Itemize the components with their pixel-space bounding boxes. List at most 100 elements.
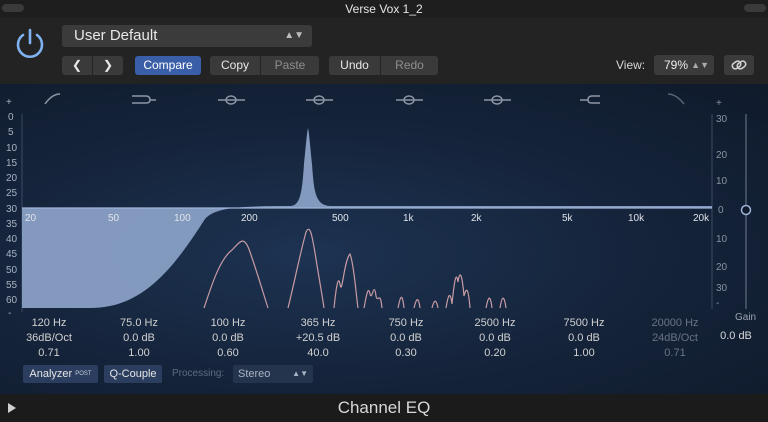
processing-select[interactable]: Stereo ▲▼	[233, 365, 313, 383]
band-3-params[interactable]: 100 Hz 0.0 dB 0.60	[188, 316, 268, 361]
band-3-q[interactable]: 0.60	[188, 346, 268, 361]
view-label: View:	[616, 58, 646, 72]
view-zoom-select[interactable]: 79% ▲▼	[654, 55, 714, 75]
band-4-q[interactable]: 40.0	[278, 346, 358, 361]
db-label: 20	[6, 173, 18, 184]
db-label: 25	[6, 188, 18, 199]
db-label: 60	[6, 295, 18, 306]
q-couple-button[interactable]: Q-Couple	[104, 365, 162, 383]
band-8-params[interactable]: 20000 Hz 24dB/Oct 0.71	[635, 316, 715, 361]
db-label: 35	[6, 219, 18, 230]
freq-label: 10k	[628, 213, 645, 224]
chevron-right-icon: ❯	[102, 58, 114, 72]
band-icon-bell-4[interactable]	[484, 95, 511, 105]
power-icon[interactable]	[12, 26, 48, 62]
band-5-q[interactable]: 0.30	[366, 346, 446, 361]
window-control-left[interactable]	[2, 4, 24, 12]
freq-label: 5k	[562, 213, 574, 224]
undo-button[interactable]: Undo	[329, 56, 380, 75]
gain-slider-handle[interactable]	[740, 204, 752, 216]
band-4-params[interactable]: 365 Hz +20.5 dB 40.0	[278, 316, 358, 361]
band-5-gain[interactable]: 0.0 dB	[366, 331, 446, 346]
band-1-frequency[interactable]: 120 Hz	[9, 316, 89, 331]
gain-value[interactable]: 0.0 dB	[716, 330, 756, 342]
plugin-name: Channel EQ	[337, 398, 431, 417]
analyzer-button[interactable]: Analyzer POST	[23, 365, 98, 383]
band-icon-bell-1[interactable]	[218, 95, 245, 105]
eq-main-area: + 0 5 10 15 20 25 30 35 40 45 50 55 60 -…	[0, 84, 768, 394]
freq-label: 200	[241, 213, 258, 224]
db-label: 45	[6, 249, 18, 260]
db-label: 0	[8, 112, 14, 123]
band-2-params[interactable]: 75.0 Hz 0.0 dB 1.00	[99, 316, 179, 361]
band-8-gain[interactable]: 24dB/Oct	[635, 331, 715, 346]
link-icon	[731, 60, 747, 70]
db-label: +	[716, 98, 722, 109]
band-7-params[interactable]: 7500 Hz 0.0 dB 1.00	[544, 316, 624, 361]
band-5-frequency[interactable]: 750 Hz	[366, 316, 446, 331]
chevron-updown-icon: ▲▼	[284, 30, 304, 41]
db-label: 10	[6, 143, 18, 154]
band-2-gain[interactable]: 0.0 dB	[99, 331, 179, 346]
window-title: Verse Vox 1_2	[345, 2, 423, 16]
freq-label: 20k	[693, 213, 710, 224]
processing-label: Processing:	[172, 368, 225, 379]
db-label: 40	[6, 234, 18, 245]
paste-button[interactable]: Paste	[261, 56, 319, 75]
preset-name: User Default	[74, 27, 158, 44]
db-label: 5	[8, 127, 14, 138]
redo-button[interactable]: Redo	[381, 56, 438, 75]
band-6-q[interactable]: 0.20	[455, 346, 535, 361]
band-2-q[interactable]: 1.00	[99, 346, 179, 361]
window-control-right[interactable]	[744, 4, 766, 12]
band-8-frequency[interactable]: 20000 Hz	[635, 316, 715, 331]
band-4-gain[interactable]: +20.5 dB	[278, 331, 358, 346]
band-4-frequency[interactable]: 365 Hz	[278, 316, 358, 331]
spectrum-analyzer-trace	[203, 228, 507, 309]
band-icon-lowcut[interactable]	[44, 93, 61, 105]
db-label: 10	[716, 234, 728, 245]
band-8-q[interactable]: 0.71	[635, 346, 715, 361]
band-7-frequency[interactable]: 7500 Hz	[544, 316, 624, 331]
chevron-updown-icon: ▲▼	[292, 369, 308, 378]
previous-preset-button[interactable]: ❮	[62, 56, 92, 75]
next-preset-button[interactable]: ❯	[93, 56, 123, 75]
band-5-params[interactable]: 750 Hz 0.0 dB 0.30	[366, 316, 446, 361]
copy-button[interactable]: Copy	[210, 56, 260, 75]
db-label: 50	[6, 265, 18, 276]
band-icon-bell-3[interactable]	[396, 95, 423, 105]
compare-button[interactable]: Compare	[135, 56, 201, 75]
band-icon-lowshelf[interactable]	[132, 95, 156, 104]
db-label: 20	[716, 262, 728, 273]
band-1-q[interactable]: 0.71	[9, 346, 89, 361]
band-icon-highshelf[interactable]	[580, 95, 600, 104]
band-2-frequency[interactable]: 75.0 Hz	[99, 316, 179, 331]
db-label: 0	[718, 205, 724, 216]
band-6-gain[interactable]: 0.0 dB	[455, 331, 535, 346]
freq-label: 20	[25, 213, 37, 224]
band-3-frequency[interactable]: 100 Hz	[188, 316, 268, 331]
freq-label: 500	[332, 213, 349, 224]
band-icon-bell-2[interactable]	[306, 95, 333, 105]
processing-value: Stereo	[238, 368, 271, 380]
db-scale-left: + 0 5 10 15 20 25 30 35 40 45 50 55 60 -	[6, 97, 18, 319]
band-1-params[interactable]: 120 Hz 36dB/Oct 0.71	[9, 316, 89, 361]
view-zoom-value: 79%	[664, 58, 689, 72]
band-1-gain[interactable]: 36dB/Oct	[9, 331, 89, 346]
link-button[interactable]	[724, 55, 754, 75]
footer-bar: Channel EQ	[0, 394, 768, 422]
chevron-left-icon: ❮	[71, 58, 83, 72]
freq-label: 1k	[403, 213, 415, 224]
db-label: 30	[6, 204, 18, 215]
db-label: 20	[716, 150, 728, 161]
band-3-gain[interactable]: 0.0 dB	[188, 331, 268, 346]
band-7-q[interactable]: 1.00	[544, 346, 624, 361]
band-7-gain[interactable]: 0.0 dB	[544, 331, 624, 346]
preset-menu[interactable]: User Default ▲▼	[62, 25, 312, 47]
db-label: 55	[6, 280, 18, 291]
title-bar: Verse Vox 1_2	[0, 0, 768, 18]
band-6-frequency[interactable]: 2500 Hz	[455, 316, 535, 331]
db-label: +	[6, 97, 12, 108]
band-6-params[interactable]: 2500 Hz 0.0 dB 0.20	[455, 316, 535, 361]
band-icon-highcut[interactable]	[667, 93, 685, 105]
